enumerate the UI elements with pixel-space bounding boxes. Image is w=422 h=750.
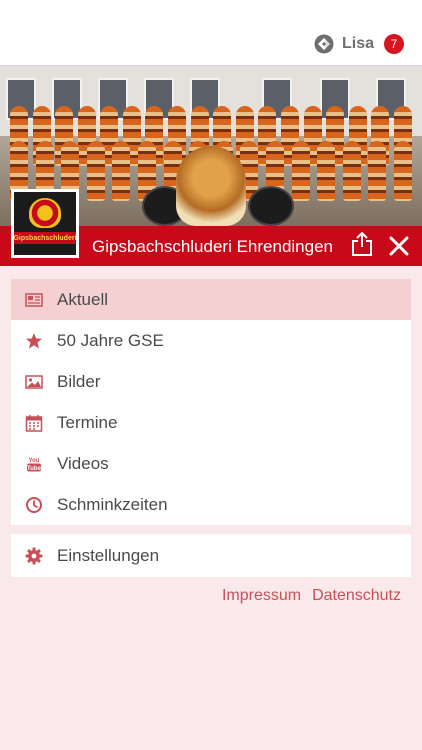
svg-text:You: You bbox=[29, 458, 40, 464]
crest-icon bbox=[29, 198, 61, 228]
menu-item-einstellungen[interactable]: Einstellungen bbox=[11, 534, 411, 577]
close-icon[interactable] bbox=[388, 235, 410, 257]
menu-label: Schminkzeiten bbox=[57, 495, 168, 514]
gear-icon bbox=[25, 547, 43, 565]
club-logo: Gipsbachschluderi bbox=[11, 189, 79, 258]
menu-label: 50 Jahre GSE bbox=[57, 331, 164, 350]
club-title: Gipsbachschluderi Ehrendingen bbox=[92, 237, 333, 256]
clock-icon bbox=[26, 497, 42, 513]
main-menu: Aktuell 50 Jahre GSE Bilder Termine You … bbox=[11, 279, 411, 525]
menu-label: Bilder bbox=[57, 372, 101, 391]
user-account-button[interactable]: Lisa 7 bbox=[314, 34, 404, 54]
menu-item-50-jahre[interactable]: 50 Jahre GSE bbox=[11, 320, 411, 361]
menu-item-bilder[interactable]: Bilder bbox=[11, 361, 411, 402]
menu-label: Termine bbox=[57, 413, 118, 432]
datenschutz-link[interactable]: Datenschutz bbox=[312, 587, 401, 605]
user-name: Lisa bbox=[341, 35, 374, 52]
app-logo-icon bbox=[314, 34, 334, 54]
newspaper-icon bbox=[25, 293, 43, 307]
logo-text: Gipsbachschluderi bbox=[14, 232, 76, 244]
menu-item-aktuell[interactable]: Aktuell bbox=[11, 279, 411, 320]
photo-drum bbox=[248, 186, 294, 226]
menu-label: Videos bbox=[57, 454, 109, 473]
menu-item-videos[interactable]: You Tube Videos bbox=[11, 443, 411, 484]
footer-links: Impressum Datenschutz bbox=[222, 587, 401, 605]
notification-badge[interactable]: 7 bbox=[384, 34, 404, 54]
youtube-icon: You Tube bbox=[27, 458, 42, 472]
menu-label: Aktuell bbox=[57, 290, 109, 309]
calendar-icon bbox=[25, 415, 43, 432]
menu-item-schminkzeiten[interactable]: Schminkzeiten bbox=[11, 484, 411, 525]
photo-mask bbox=[176, 146, 246, 226]
menu-label: Einstellungen bbox=[57, 546, 160, 565]
top-bar: Lisa 7 bbox=[0, 0, 422, 66]
share-icon[interactable] bbox=[350, 231, 374, 257]
menu-item-termine[interactable]: Termine bbox=[11, 402, 411, 443]
image-icon bbox=[25, 375, 43, 389]
star-icon bbox=[26, 333, 42, 349]
svg-text:Tube: Tube bbox=[27, 466, 42, 472]
impressum-link[interactable]: Impressum bbox=[222, 587, 301, 605]
